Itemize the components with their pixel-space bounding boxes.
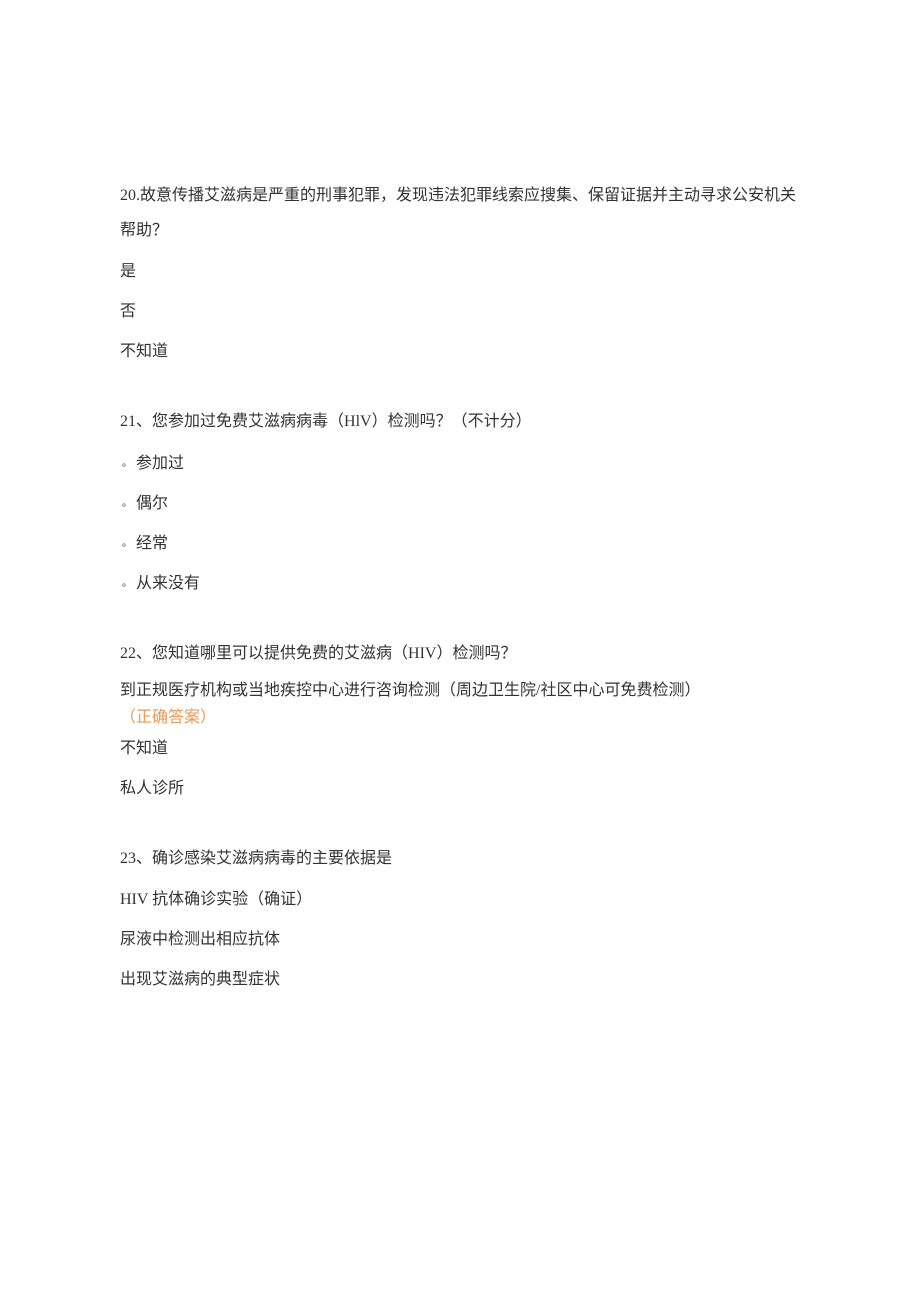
answer-label: 经常 — [136, 535, 168, 552]
question-number: 21 — [120, 413, 136, 430]
answer-option: 。经常 — [120, 524, 800, 564]
question-21: 21、您参加过免费艾滋病病毒（HlV）检测吗？（不计分） 。参加过 。偶尔 。经… — [120, 404, 800, 603]
question-separator: 、 — [136, 413, 152, 430]
question-20: 20.故意传播艾滋病是严重的刑事犯罪，发现违法犯罪线索应搜集、保留证据并主动寻求… — [120, 178, 800, 372]
question-text: 23、确诊感染艾滋病病毒的主要依据是 — [120, 841, 800, 876]
answer-option: 不知道 — [120, 332, 800, 372]
question-number: 22 — [120, 645, 136, 662]
answer-option: 不知道 — [120, 729, 800, 769]
question-22: 22、您知道哪里可以提供免费的艾滋病（HIV）检测吗？ 到正规医疗机构或当地疾控… — [120, 636, 800, 810]
bullet-icon: 。 — [122, 578, 132, 589]
question-body: 确诊感染艾滋病病毒的主要依据是 — [152, 850, 392, 867]
question-number: 23 — [120, 850, 136, 867]
question-number: 20 — [120, 187, 136, 204]
correct-answer-label: （正确答案） — [120, 707, 800, 729]
answer-option: 是 — [120, 252, 800, 292]
question-separator: 、 — [136, 850, 152, 867]
question-separator: 、 — [136, 645, 152, 662]
answer-option: 。偶尔 — [120, 484, 800, 524]
question-text: 20.故意传播艾滋病是严重的刑事犯罪，发现违法犯罪线索应搜集、保留证据并主动寻求… — [120, 178, 800, 248]
answer-option: 出现艾滋病的典型症状 — [120, 960, 800, 1000]
answer-option: 到正规医疗机构或当地疾控中心进行咨询检测（周边卫生院/社区中心可免费检测） — [120, 675, 800, 707]
question-body: 您参加过免费艾滋病病毒（HlV）检测吗？（不计分） — [152, 413, 532, 430]
answer-option: 否 — [120, 292, 800, 332]
bullet-icon: 。 — [122, 458, 132, 469]
answer-option: 私人诊所 — [120, 769, 800, 809]
answer-option: 尿液中检测出相应抗体 — [120, 920, 800, 960]
answer-label: 参加过 — [136, 455, 184, 472]
answer-label: 到正规医疗机构或当地疾控中心进行咨询检测（周边卫生院/社区中心可免费检测） — [120, 682, 700, 699]
answer-option: HIV 抗体确诊实验（确证） — [120, 880, 800, 920]
bullet-icon: 。 — [122, 538, 132, 549]
answer-label: 从来没有 — [136, 575, 200, 592]
question-body: 您知道哪里可以提供免费的艾滋病（HIV）检测吗？ — [152, 645, 516, 662]
bullet-icon: 。 — [122, 498, 132, 509]
question-text: 22、您知道哪里可以提供免费的艾滋病（HIV）检测吗？ — [120, 636, 800, 671]
answer-option: 。参加过 — [120, 444, 800, 484]
answer-label: 偶尔 — [136, 495, 168, 512]
question-23: 23、确诊感染艾滋病病毒的主要依据是 HIV 抗体确诊实验（确证） 尿液中检测出… — [120, 841, 800, 1000]
answer-option: 。从来没有 — [120, 564, 800, 604]
question-text: 21、您参加过免费艾滋病病毒（HlV）检测吗？（不计分） — [120, 404, 800, 439]
question-body: 故意传播艾滋病是严重的刑事犯罪，发现违法犯罪线索应搜集、保留证据并主动寻求公安机… — [120, 187, 796, 239]
